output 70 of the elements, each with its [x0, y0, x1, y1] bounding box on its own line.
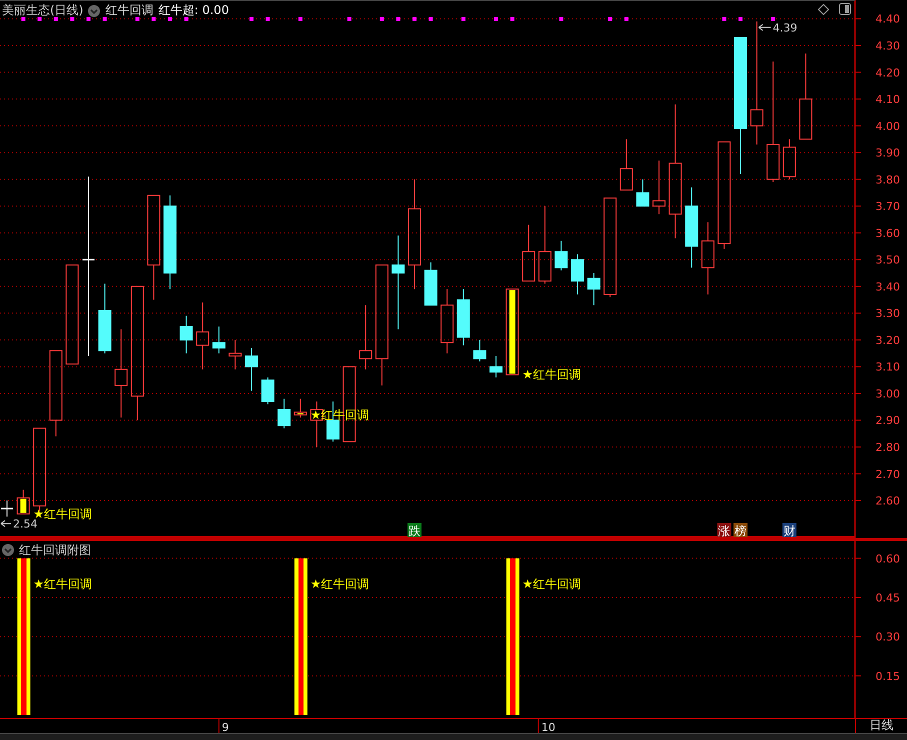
stock-title: 美丽生态(日线): [2, 2, 84, 19]
candlestick: [212, 326, 226, 354]
candlestick: [294, 398, 307, 418]
candlestick: [359, 304, 372, 370]
candlestick: [490, 356, 502, 378]
candlestick: [16, 489, 30, 514]
signal-label: ★红牛回调: [522, 576, 582, 591]
axis-label: 3.60: [876, 226, 900, 240]
candlestick: [620, 138, 633, 191]
axis-label: 2.70: [876, 468, 900, 481]
chevron-circle-icon[interactable]: [88, 4, 100, 16]
candlestick: [636, 178, 650, 207]
subchart-title: 红牛回调附图: [19, 542, 91, 559]
axis-label: 3.80: [876, 173, 900, 186]
candlestick: [1, 500, 13, 518]
axis-label: 3.00: [876, 387, 900, 400]
axis-label: 2.80: [876, 441, 900, 454]
axis-label: 3.20: [876, 334, 900, 347]
candlestick: [571, 254, 584, 295]
candlestick: [196, 302, 210, 370]
axis-label: 2.60: [876, 494, 900, 508]
candlestick: [473, 339, 486, 362]
date-axis-label: 10: [541, 720, 556, 734]
event-badge[interactable]: 财: [782, 523, 796, 538]
candlestick: [522, 224, 536, 282]
axis-label: 2.90: [876, 414, 900, 428]
axis-label: 4.10: [876, 93, 900, 106]
date-axis-label: 9: [222, 720, 229, 734]
axis-label: 0.30: [876, 630, 900, 644]
candlestick: [278, 398, 291, 429]
candlestick: [245, 347, 258, 392]
panel-toggle-icon[interactable]: [839, 3, 851, 15]
axis-label: 0.45: [876, 591, 900, 604]
candlestick: [440, 288, 454, 354]
candlestick: [98, 283, 112, 354]
candlestick: [228, 339, 242, 370]
axis-label: 0.60: [876, 552, 900, 566]
diamond-icon[interactable]: [818, 4, 829, 14]
axis-label: 4.20: [876, 66, 900, 80]
arrow-icon: [758, 24, 772, 31]
candlestick: [180, 315, 193, 354]
axis-label: 3.50: [876, 254, 900, 267]
candlestick: [261, 376, 274, 405]
signal-label: ★红牛回调: [522, 368, 582, 382]
axis-label: 3.10: [876, 360, 900, 374]
axis-label: 3.30: [876, 307, 900, 320]
indicator-reading: 红牛超: 0.00: [158, 2, 229, 19]
candlestick: [554, 240, 568, 271]
event-badge[interactable]: 榜: [734, 523, 748, 538]
axis-label: 3.40: [876, 280, 900, 294]
axis-label: 0.15: [876, 670, 900, 683]
axis-label: 3.70: [876, 200, 900, 214]
candlestick: [456, 288, 470, 346]
axis-label: 4.40: [876, 12, 900, 26]
axis-label: 4.30: [876, 40, 900, 52]
signal-label: ★红牛回调: [310, 576, 370, 591]
event-badge[interactable]: 涨: [717, 523, 732, 538]
arrow-icon: [0, 520, 12, 528]
signal-label: ★红牛回调: [33, 576, 92, 591]
axis-label: 3.90: [876, 146, 900, 160]
indicator-name: 红牛回调: [105, 2, 154, 19]
event-badge[interactable]: 跌: [408, 523, 422, 538]
candlestick: [424, 262, 438, 306]
high-price-label: 4.39: [772, 21, 798, 34]
axis-label: 4.00: [876, 120, 900, 133]
candlestick: [782, 138, 796, 180]
candlestick: [652, 160, 666, 215]
chevron-circle-icon[interactable]: [2, 544, 14, 556]
period-button[interactable]: 日线: [855, 718, 907, 733]
candlestick: [587, 272, 600, 306]
